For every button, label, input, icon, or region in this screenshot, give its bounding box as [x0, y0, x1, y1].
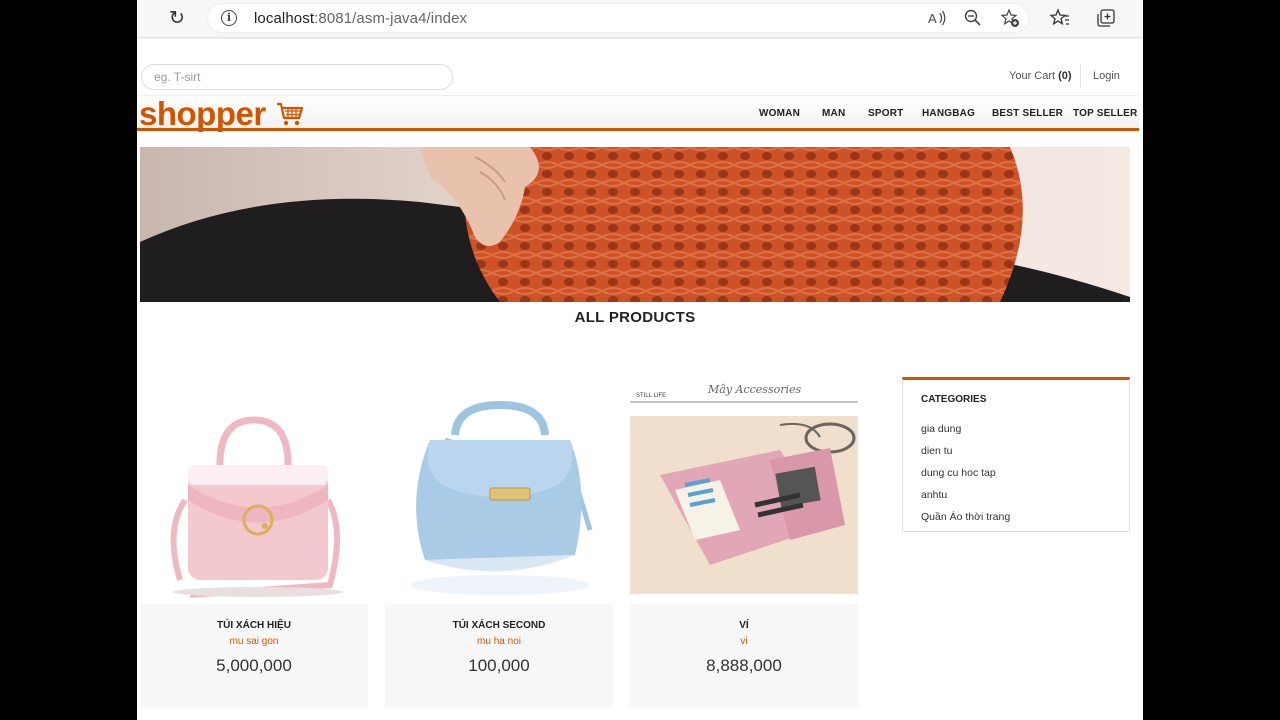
category-link[interactable]: dien tu [921, 445, 953, 457]
category-link[interactable]: dung cu hoc tap [921, 467, 996, 479]
site-logo[interactable]: shopper [139, 95, 266, 133]
category-link[interactable]: Quần Áo thời trang [921, 511, 1010, 523]
zoom-out-icon[interactable] [962, 8, 984, 30]
address-bar[interactable]: i localhost:8081/asm-java4/index A [207, 3, 1029, 33]
product-card[interactable]: TÚI XÁCH SECOND mu ha noi 100,000 [385, 380, 613, 707]
login-link[interactable]: Login [1093, 70, 1120, 82]
reload-icon[interactable]: ↻ [165, 7, 189, 31]
search-input[interactable] [141, 64, 453, 90]
favorites-icon[interactable] [1048, 7, 1072, 31]
main-navbar: shopper WOMAN MAN SPORT HANGBAG BEST SEL… [137, 95, 1139, 133]
read-aloud-icon[interactable]: A [926, 8, 948, 30]
product-info: TÚI XÁCH SECOND mu ha noi 100,000 [385, 604, 613, 707]
nav-woman[interactable]: WOMAN [759, 108, 800, 119]
page: Your Cart (0) Login shopper WOMAN MAN SP… [137, 55, 1143, 720]
product-image[interactable] [385, 380, 613, 604]
product-card[interactable]: Mây Accessories STILL LIFE VÍ vi 8,888,0… [630, 380, 858, 707]
nav-hangbag[interactable]: HANGBAG [922, 108, 975, 119]
section-title: ALL PRODUCTS [574, 309, 696, 326]
page-top-edge [137, 38, 1143, 55]
product-image[interactable] [140, 380, 368, 604]
svg-text:A: A [928, 11, 937, 26]
product-price: 100,000 [468, 656, 530, 675]
url-text[interactable]: localhost:8081/asm-java4/index [254, 10, 467, 27]
product-info: TÚI XÁCH HIỆU mu sai gon 5,000,000 [140, 604, 368, 707]
product-price: 5,000,000 [216, 656, 292, 675]
wallet-tag-text: STILL LIFE [636, 393, 667, 399]
wallet-brand-text: Mây Accessories [708, 383, 802, 396]
product-category[interactable]: vi [630, 636, 858, 647]
nav-best-seller[interactable]: BEST SELLER [992, 108, 1063, 119]
product-card[interactable]: TÚI XÁCH HIỆU mu sai gon 5,000,000 [140, 380, 368, 707]
nav-sport[interactable]: SPORT [868, 108, 903, 119]
category-link[interactable]: gia dung [921, 423, 961, 435]
product-category[interactable]: mu ha noi [385, 636, 613, 647]
product-name[interactable]: VÍ [630, 620, 858, 631]
nav-man[interactable]: MAN [822, 108, 845, 119]
product-price: 8,888,000 [706, 656, 782, 675]
categories-panel: CATEGORIES gia dung dien tu dung cu hoc … [902, 377, 1130, 532]
browser-window: ↻ i localhost:8081/asm-java4/index A You… [137, 0, 1143, 720]
product-category[interactable]: mu sai gon [140, 636, 368, 647]
shopping-cart-icon [276, 100, 304, 133]
hero-banner [140, 147, 1130, 302]
cart-count: (0) [1058, 70, 1072, 82]
product-image[interactable]: Mây Accessories STILL LIFE [630, 380, 858, 604]
browser-toolbar: ↻ i localhost:8081/asm-java4/index A [137, 0, 1143, 38]
divider [1080, 64, 1081, 88]
nav-top-seller[interactable]: TOP SELLER [1073, 108, 1137, 119]
product-name[interactable]: TÚI XÁCH HIỆU [140, 620, 368, 631]
categories-title: CATEGORIES [921, 394, 987, 405]
add-favorite-icon[interactable] [999, 8, 1021, 30]
cart-link[interactable]: Your Cart (0) [1009, 70, 1072, 82]
product-name[interactable]: TÚI XÁCH SECOND [385, 620, 613, 631]
collections-icon[interactable] [1094, 7, 1118, 31]
category-link[interactable]: anhtu [921, 489, 947, 501]
info-icon[interactable]: i [221, 10, 237, 26]
product-info: VÍ vi 8,888,000 [630, 604, 858, 707]
